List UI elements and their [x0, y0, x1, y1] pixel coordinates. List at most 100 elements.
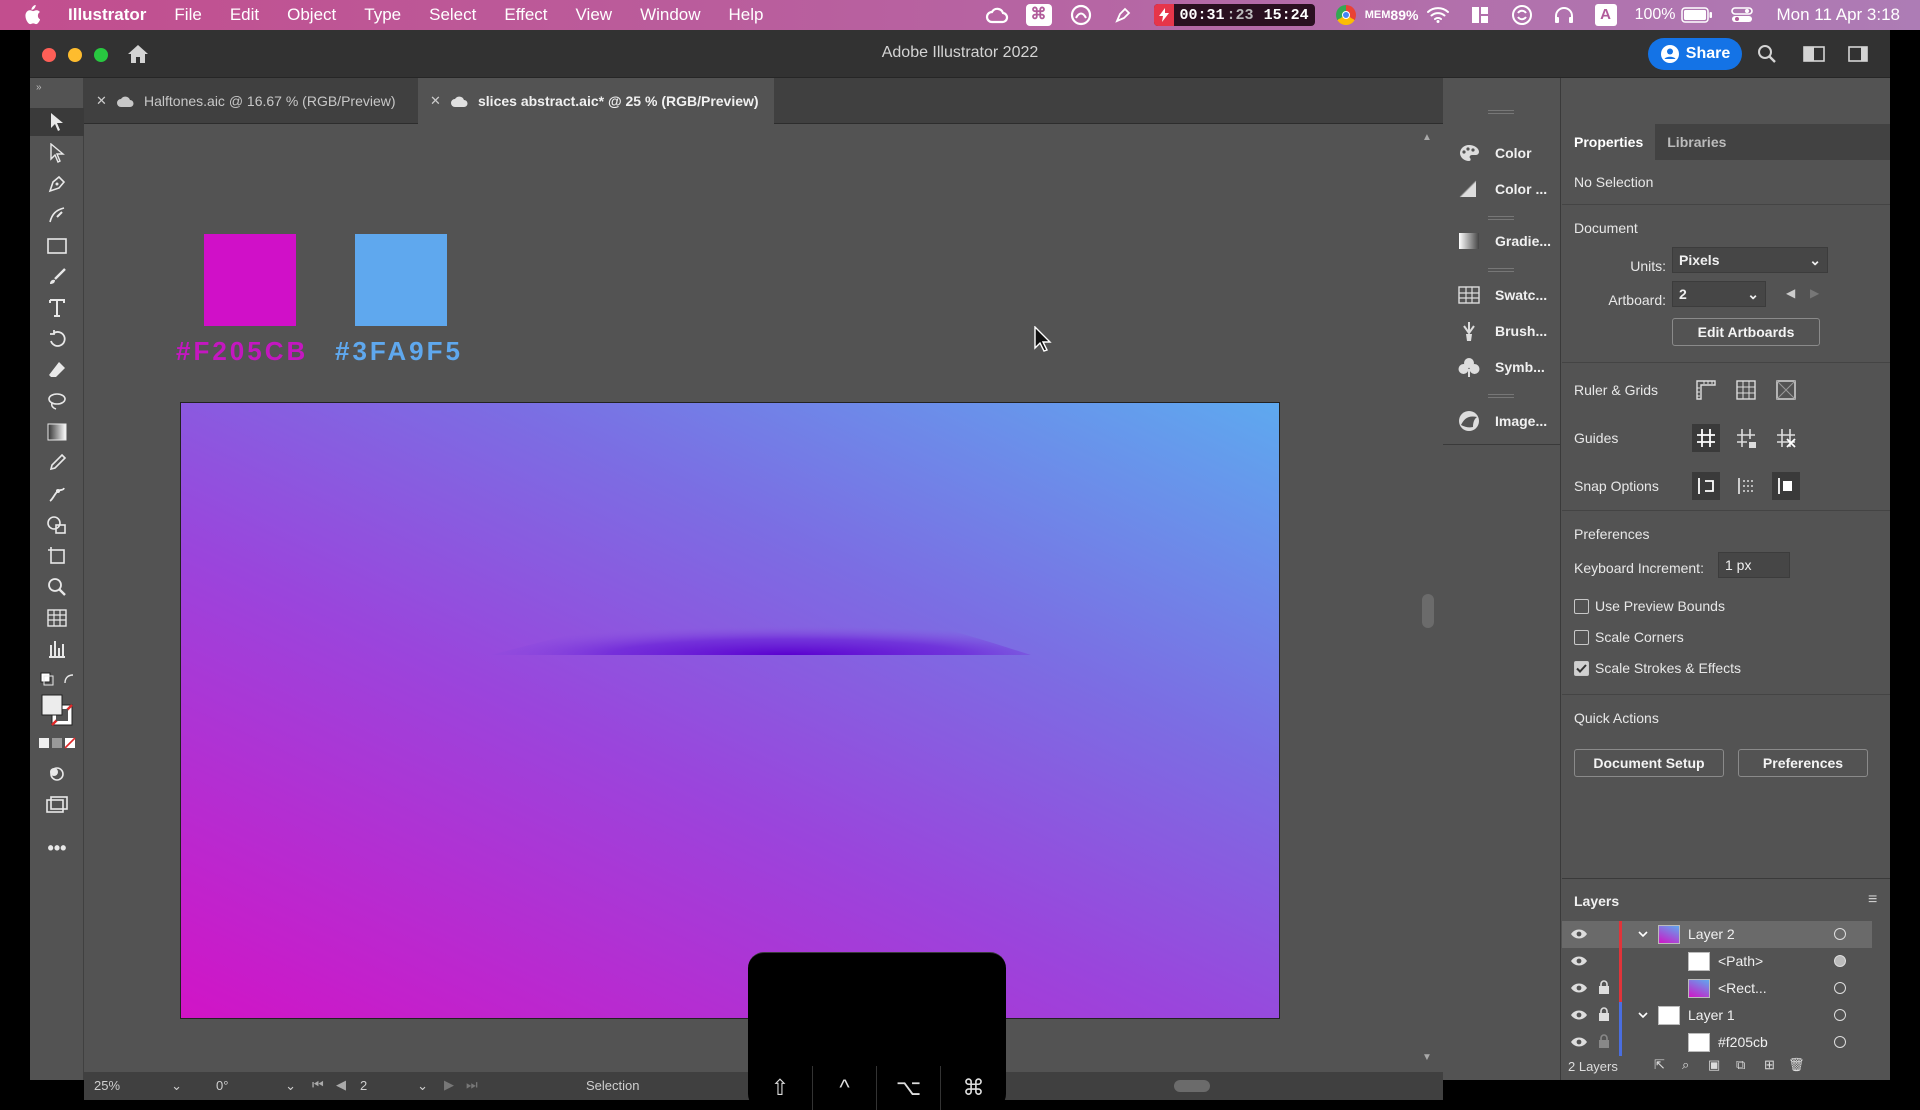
artboard[interactable]: [180, 402, 1280, 1019]
menu-select[interactable]: Select: [415, 0, 490, 30]
puppet-warp-tool-icon[interactable]: [30, 480, 84, 508]
lock-icon[interactable]: [1598, 1034, 1610, 1049]
visibility-eye-icon[interactable]: [1570, 981, 1588, 995]
artboard-tool-icon[interactable]: [30, 542, 84, 570]
window-layout-icon[interactable]: [1459, 0, 1501, 30]
layer-target-icon[interactable]: [1834, 928, 1846, 940]
color-mode-icon[interactable]: [30, 732, 84, 754]
transparency-grid-icon[interactable]: [1772, 376, 1800, 404]
layer-name[interactable]: <Path>: [1718, 953, 1763, 969]
layer-name[interactable]: <Rect...: [1718, 980, 1767, 996]
menu-app-name[interactable]: Illustrator: [62, 0, 160, 30]
workspace-switcher-icon[interactable]: [1846, 42, 1870, 66]
menu-window[interactable]: Window: [626, 0, 714, 30]
artboard-dropdown[interactable]: 2 ⌄: [1672, 281, 1766, 307]
chevron-down-icon[interactable]: [1637, 1009, 1649, 1021]
tab-halftones[interactable]: ✕ Halftones.aic @ 16.67 % (RGB/Preview): [84, 78, 414, 124]
lock-icon[interactable]: [1598, 980, 1610, 995]
menu-help[interactable]: Help: [715, 0, 778, 30]
mesh-tool-icon[interactable]: [30, 604, 84, 632]
panel-symbols[interactable]: Symb...: [1443, 350, 1561, 384]
hex-label-blue[interactable]: #3FA9F5: [335, 336, 463, 367]
input-source-icon[interactable]: A: [1585, 0, 1627, 30]
menubar-datetime[interactable]: Mon 11 Apr 3:18: [1777, 5, 1901, 25]
arrange-documents-icon[interactable]: [1802, 42, 1826, 66]
apple-menu-icon[interactable]: [0, 5, 62, 25]
rectangle-tool-icon[interactable]: [30, 232, 84, 260]
close-tab-icon[interactable]: ✕: [96, 93, 108, 109]
next-artboard-arrow-icon[interactable]: ▶: [1810, 286, 1819, 300]
memory-status[interactable]: MEM 89%: [1365, 0, 1419, 30]
grid-icon[interactable]: [1732, 376, 1760, 404]
chevron-down-icon[interactable]: [1637, 928, 1649, 940]
command-key-icon[interactable]: ⌘: [1018, 0, 1060, 30]
zoom-dropdown[interactable]: 25% ⌄: [94, 1078, 182, 1098]
layer-target-icon[interactable]: [1834, 1036, 1846, 1048]
swap-fill-stroke-icon[interactable]: [30, 668, 84, 690]
hamburger-menu-icon[interactable]: ≡: [1868, 891, 1877, 909]
battery-status[interactable]: 100%: [1635, 6, 1713, 24]
locate-object-icon[interactable]: ⌕: [1682, 1057, 1689, 1073]
close-tab-icon[interactable]: ✕: [430, 93, 442, 109]
tab-slices-abstract[interactable]: ✕ slices abstract.aic* @ 25 % (RGB/Previ…: [418, 78, 774, 124]
layer-row[interactable]: <Rect...: [1562, 975, 1872, 1002]
pen-status-icon[interactable]: [1102, 0, 1144, 30]
menu-file[interactable]: File: [160, 0, 215, 30]
zoom-tool-icon[interactable]: [30, 573, 84, 601]
wave-shape[interactable]: [491, 593, 1031, 663]
visibility-eye-icon[interactable]: [1570, 1008, 1588, 1022]
panel-grip[interactable]: [1488, 394, 1514, 398]
layer-name[interactable]: Layer 1: [1688, 1007, 1735, 1023]
eyedropper-tool-icon[interactable]: [30, 449, 84, 477]
menu-type[interactable]: Type: [350, 0, 415, 30]
curvature-tool-icon[interactable]: [30, 201, 84, 229]
document-setup-button[interactable]: Document Setup: [1574, 749, 1724, 777]
direct-selection-tool-icon[interactable]: [30, 139, 84, 167]
layer-target-icon[interactable]: [1834, 955, 1846, 967]
last-artboard-icon[interactable]: ⏭: [466, 1077, 478, 1093]
panel-grip[interactable]: [1488, 110, 1514, 114]
sync-icon[interactable]: [1501, 0, 1543, 30]
layer-target-icon[interactable]: [1834, 1009, 1846, 1021]
shape-builder-tool-icon[interactable]: [30, 511, 84, 539]
scale-corners-checkbox[interactable]: Scale Corners: [1574, 629, 1684, 645]
session-timer[interactable]: 00:31:23 15:24: [1153, 4, 1315, 26]
swatch-blue[interactable]: [355, 234, 447, 326]
status-mode[interactable]: Selection: [586, 1078, 639, 1093]
panel-grip[interactable]: [1488, 268, 1514, 272]
screencast-icon[interactable]: [1060, 0, 1102, 30]
headphones-icon[interactable]: [1543, 0, 1585, 30]
wifi-icon[interactable]: [1417, 0, 1459, 30]
visibility-eye-icon[interactable]: [1570, 1035, 1588, 1049]
canvas-vertical-scrollbar[interactable]: ▲ ▼: [1412, 124, 1443, 1072]
artboard-canvas[interactable]: #F205CB #3FA9F5: [84, 124, 1412, 1072]
use-preview-bounds-checkbox[interactable]: Use Preview Bounds: [1574, 598, 1725, 614]
hex-label-magenta[interactable]: #F205CB: [176, 336, 308, 367]
units-dropdown[interactable]: Pixels ⌄: [1672, 247, 1828, 273]
paintbrush-tool-icon[interactable]: [30, 263, 84, 291]
artboard-nav-dropdown[interactable]: 2 ⌄: [360, 1078, 428, 1098]
edit-toolbar-more-icon[interactable]: •••: [30, 834, 84, 862]
rotate-tool-icon[interactable]: [30, 325, 84, 353]
snap-to-point-icon[interactable]: [1692, 472, 1720, 500]
menu-view[interactable]: View: [562, 0, 627, 30]
layer-row[interactable]: #f205cb: [1562, 1029, 1872, 1056]
scroll-down-icon[interactable]: ▼: [1422, 1052, 1432, 1063]
type-tool-icon[interactable]: [30, 294, 84, 322]
keyboard-increment-input[interactable]: 1 px: [1718, 552, 1790, 578]
scroll-up-icon[interactable]: ▲: [1422, 132, 1432, 143]
draw-mode-icon[interactable]: [30, 760, 84, 788]
visibility-eye-icon[interactable]: [1570, 927, 1588, 941]
panel-brushes[interactable]: Brush...: [1443, 314, 1561, 348]
rulers-icon[interactable]: [1692, 376, 1720, 404]
tab-libraries[interactable]: Libraries: [1655, 124, 1738, 160]
lock-icon[interactable]: [1598, 1007, 1610, 1022]
layer-name[interactable]: Layer 2: [1688, 926, 1735, 942]
tab-properties[interactable]: Properties: [1562, 124, 1656, 160]
edit-artboards-button[interactable]: Edit Artboards: [1672, 318, 1820, 346]
scrollbar-thumb[interactable]: [1422, 594, 1434, 628]
screen-mode-icon[interactable]: [30, 791, 84, 819]
export-icon[interactable]: ⇱: [1654, 1057, 1665, 1073]
panel-gradient[interactable]: Gradie...: [1443, 224, 1561, 258]
chrome-icon[interactable]: [1325, 0, 1367, 30]
